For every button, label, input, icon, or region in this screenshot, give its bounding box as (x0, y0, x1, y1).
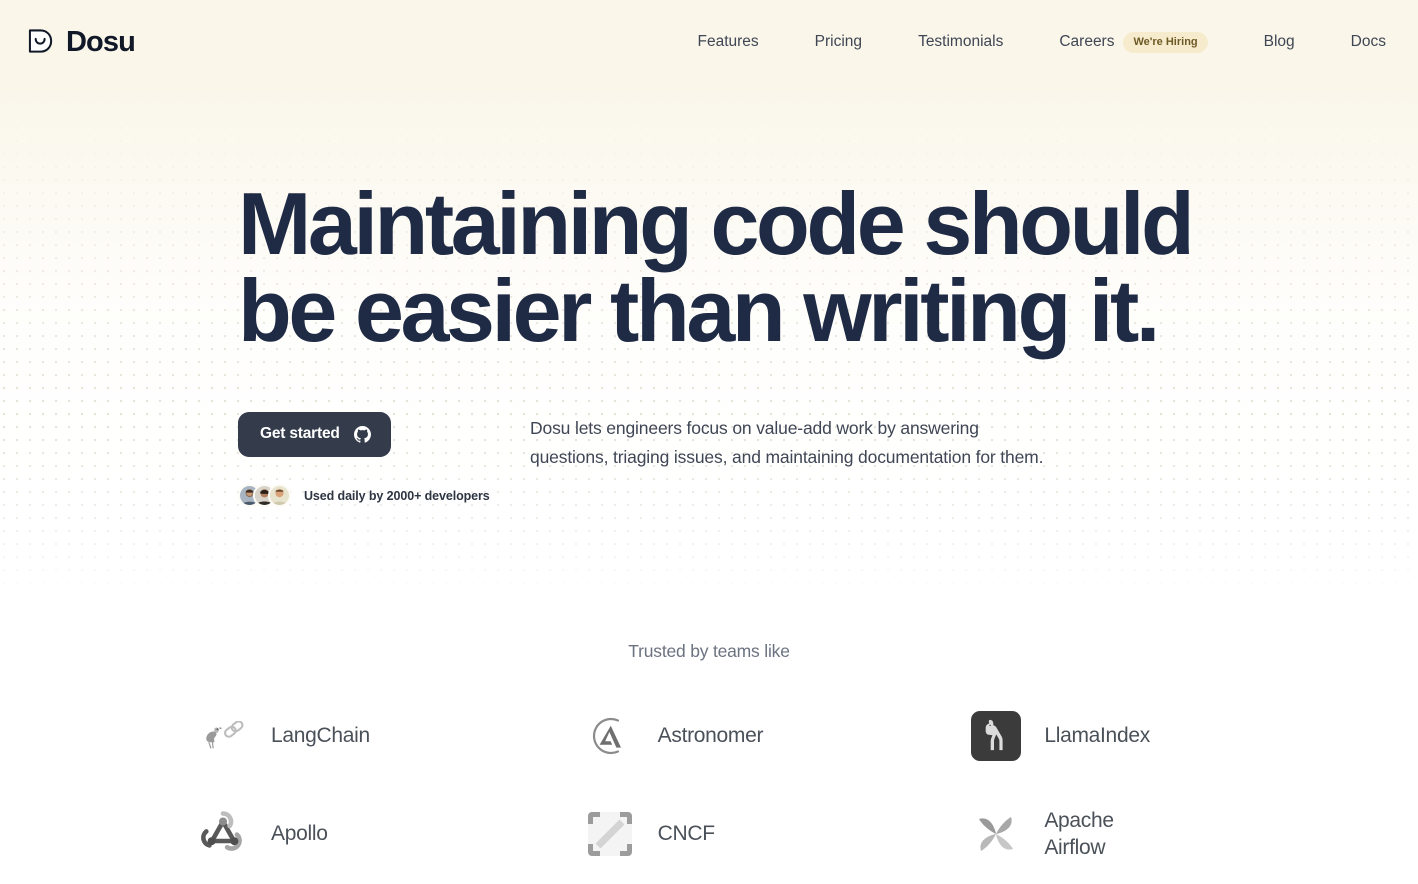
site-header: Dosu Features Pricing Testimonials Caree… (0, 0, 1418, 84)
partner-apache-airflow: Apache Airflow (902, 800, 1289, 868)
llamaindex-llama-icon (970, 710, 1022, 762)
trusted-by-section: Trusted by teams like LangChain Astronom… (0, 588, 1418, 868)
hiring-badge[interactable]: We're Hiring (1123, 31, 1208, 53)
partner-label: Astronomer (657, 724, 764, 748)
nav-item-careers[interactable]: Careers (1059, 27, 1114, 57)
langchain-parrot-link-icon (197, 710, 249, 762)
partner-label: LlamaIndex (1044, 724, 1150, 748)
page-title: Maintaining code should be easier than w… (238, 174, 1298, 361)
headline-line-1: Maintaining code should (238, 174, 1195, 273)
astronomer-a-circle-icon (584, 710, 636, 762)
partner-astronomer: Astronomer (516, 702, 903, 770)
brand-logo[interactable]: Dosu (28, 25, 136, 59)
nav-item-blog[interactable]: Blog (1264, 27, 1295, 57)
partner-cncf: CNCF (516, 800, 903, 868)
dosu-smile-logo-icon (28, 28, 55, 56)
apollo-nodes-icon (197, 808, 249, 860)
github-icon (353, 425, 371, 443)
avatar (268, 484, 291, 508)
nav-item-testimonials[interactable]: Testimonials (918, 27, 1003, 57)
trusted-by-title: Trusted by teams like (628, 641, 790, 661)
partner-label: Apollo (271, 822, 328, 846)
partner-label: LangChain (271, 724, 370, 748)
social-proof-label: Used daily by 2000+ developers (304, 488, 490, 503)
cncf-bracket-icon (584, 808, 636, 860)
get-started-button[interactable]: Get started (238, 412, 391, 458)
partner-apollo: Apollo (129, 800, 516, 868)
nav-item-pricing[interactable]: Pricing (815, 27, 862, 57)
hero-description: Dosu lets engineers focus on value-add w… (530, 418, 1044, 467)
social-proof: Used daily by 2000+ developers (238, 484, 530, 508)
airflow-pinwheel-icon (970, 808, 1022, 860)
brand-name: Dosu (66, 25, 136, 58)
partner-llamaindex: LlamaIndex (902, 702, 1289, 770)
partner-langchain: LangChain (129, 702, 516, 770)
headline-line-2: be easier than writing it. (238, 261, 1160, 361)
get-started-label: Get started (260, 425, 340, 443)
nav-item-docs[interactable]: Docs (1351, 27, 1386, 57)
hero-section: Maintaining code should be easier than w… (0, 84, 1418, 588)
partner-logo-grid: LangChain Astronomer LlamaIndex Apollo C… (129, 702, 1289, 868)
avatar-group (238, 484, 291, 508)
nav-item-features[interactable]: Features (698, 27, 759, 57)
partner-label: CNCF (657, 822, 715, 846)
partner-label: Apache Airflow (1044, 808, 1114, 859)
nav-item-careers-group: Careers We're Hiring (1059, 27, 1208, 57)
main-nav: Features Pricing Testimonials Careers We… (698, 27, 1389, 57)
